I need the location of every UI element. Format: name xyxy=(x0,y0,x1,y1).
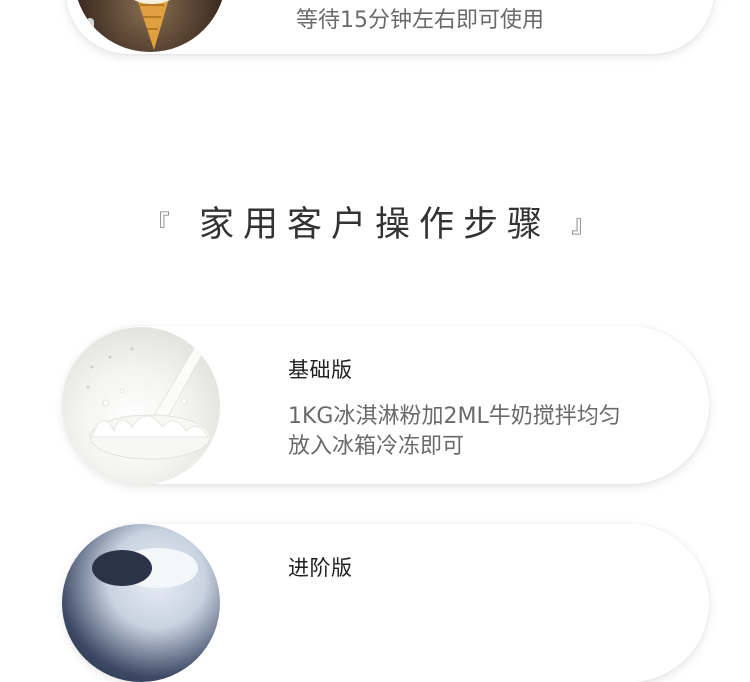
ice-cream-bowl-illustration xyxy=(92,548,198,588)
ice-cream-bowl-photo xyxy=(62,524,220,682)
close-bracket: 』 xyxy=(571,210,605,238)
step-title: 进阶版 xyxy=(288,556,353,580)
step-description-line: 1KG冰淇淋粉加2ML牛奶搅拌均匀 xyxy=(288,404,621,429)
step-description: 等待15分钟左右即可使用 xyxy=(296,8,544,33)
open-bracket: 『 xyxy=(145,210,179,238)
step-title: 基础版 xyxy=(288,358,353,382)
milk-splash-illustration xyxy=(86,344,211,460)
milk-splash-photo xyxy=(62,327,220,485)
step-description-line: 放入冰箱冷冻即可 xyxy=(288,434,465,459)
section-heading: 『 家用客户操作步骤 』 xyxy=(0,196,750,247)
section-title: 家用客户操作步骤 xyxy=(198,205,551,245)
step-description: 1KG冰淇淋粉加2ML牛奶搅拌均匀 放入冰箱冷冻即可 xyxy=(288,402,668,462)
